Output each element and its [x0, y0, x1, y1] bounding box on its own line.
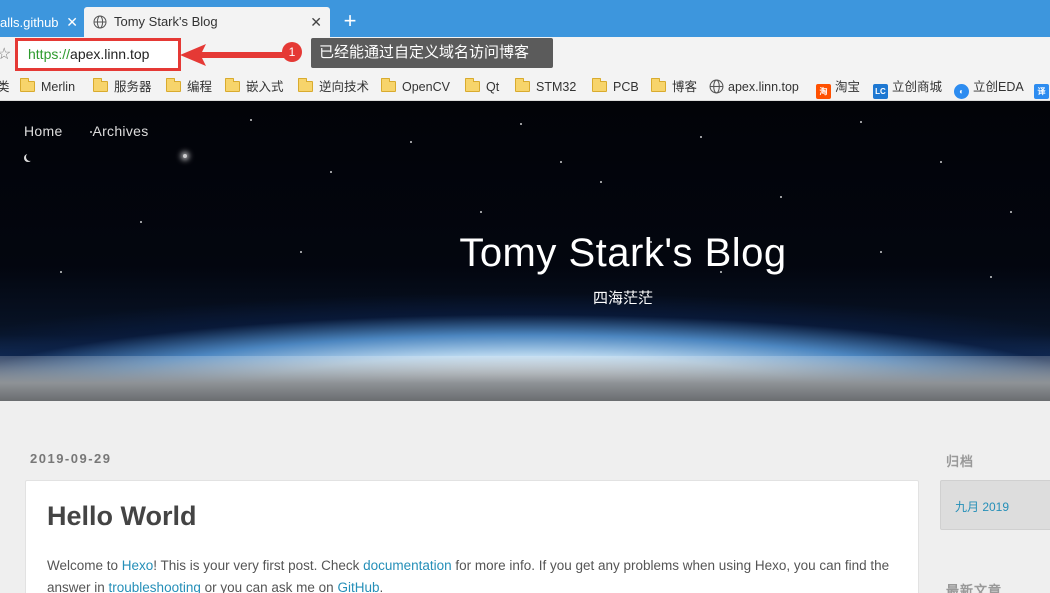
bookmark-edge-label[interactable]: 类	[0, 78, 10, 96]
post-date[interactable]: 2019-09-29	[30, 451, 112, 466]
taobao-icon: 淘	[816, 84, 831, 99]
github-link[interactable]: GitHub	[337, 580, 379, 593]
bookmark-lcsc[interactable]: LC 立创商城	[873, 78, 942, 99]
folder-icon	[465, 78, 480, 92]
bookmark-folder-server[interactable]: 服务器	[93, 78, 152, 96]
annotation-callout: 已经能通过自定义域名访问博客	[311, 38, 553, 68]
folder-icon	[225, 78, 240, 92]
folder-icon	[651, 78, 666, 92]
address-bar[interactable]: https://apex.linn.top	[15, 38, 181, 71]
folder-icon	[515, 78, 530, 92]
globe-icon	[93, 15, 107, 29]
bookmark-translate[interactable]: 译	[1034, 78, 1050, 99]
annotation-arrow-icon	[180, 44, 284, 66]
bookmark-taobao[interactable]: 淘淘宝	[816, 78, 860, 99]
moon-icon	[26, 153, 34, 161]
bookmark-folder-blog[interactable]: 博客	[651, 78, 697, 96]
folder-icon	[93, 78, 108, 92]
folder-icon	[592, 78, 607, 92]
browser-tab-active[interactable]: Tomy Stark's Blog ✕	[84, 7, 330, 37]
archive-month-link[interactable]: 九月 2019	[955, 498, 1009, 515]
sidebar-archive-box: 九月 2019	[940, 480, 1050, 530]
bookmark-star-icon[interactable]: ☆	[0, 44, 11, 64]
bookmark-folder-stm32[interactable]: STM32	[515, 78, 576, 96]
folder-icon	[298, 78, 313, 92]
folder-icon	[166, 78, 181, 92]
url-host: apex.linn.top	[70, 46, 150, 62]
translate-icon: 译	[1034, 84, 1049, 99]
nav-archives-link[interactable]: Archives	[92, 123, 148, 139]
browser-tab-previous[interactable]: alls.github ✕	[0, 8, 82, 37]
folder-icon	[20, 78, 35, 92]
annotation-badge: 1	[282, 42, 302, 62]
bookmark-folder-pcb[interactable]: PCB	[592, 78, 639, 96]
blog-banner: Home Archives Tomy Stark's Blog 四海茫茫	[0, 101, 1050, 401]
bookmark-lceda[interactable]: ◐ 立创EDA	[954, 78, 1024, 99]
sidebar-recent-heading: 最新文章	[946, 583, 1003, 593]
bookmark-folder-programming[interactable]: 编程	[166, 78, 212, 96]
globe-icon	[709, 79, 724, 94]
lceda-icon: ◐	[954, 84, 969, 99]
blog-title[interactable]: Tomy Stark's Blog	[0, 231, 1050, 276]
new-tab-button[interactable]: +	[338, 7, 362, 35]
hexo-link[interactable]: Hexo	[122, 558, 154, 573]
bookmark-folder-embedded[interactable]: 嵌入式	[225, 78, 284, 96]
tab-label: Tomy Stark's Blog	[114, 14, 218, 29]
close-icon[interactable]: ✕	[310, 7, 322, 37]
troubleshooting-link[interactable]: troubleshooting	[109, 580, 201, 593]
bookmarks-bar: 类 Merlin 服务器 编程 嵌入式 逆向技术 OpenCV Qt STM32…	[0, 71, 1050, 101]
browser-tab-strip: alls.github ✕ Tomy Stark's Blog ✕ +	[0, 0, 1050, 37]
bookmark-folder-reverse[interactable]: 逆向技术	[298, 78, 369, 96]
url-protocol: https://	[28, 46, 71, 62]
close-icon[interactable]: ✕	[66, 8, 78, 37]
lc-icon: LC	[873, 84, 888, 99]
folder-icon	[381, 78, 396, 92]
cloud-layer	[0, 356, 1050, 401]
post-excerpt: Welcome to Hexo! This is your very first…	[47, 558, 890, 593]
bookmark-folder-qt[interactable]: Qt	[465, 78, 499, 96]
post-card: Hello World Welcome to Hexo! This is you…	[25, 480, 919, 593]
blog-nav: Home Archives	[24, 123, 175, 139]
bookmark-folder-opencv[interactable]: OpenCV	[381, 78, 450, 96]
bookmark-apex[interactable]: apex.linn.top	[709, 78, 799, 96]
nav-home-link[interactable]: Home	[24, 123, 63, 139]
documentation-link[interactable]: documentation	[363, 558, 452, 573]
post-title[interactable]: Hello World	[47, 501, 197, 532]
bookmark-folder-merlin[interactable]: Merlin	[20, 78, 75, 96]
blog-subtitle: 四海茫茫	[592, 290, 653, 307]
sidebar-archive-heading: 归档	[946, 454, 975, 469]
tab-label: alls.github	[0, 15, 59, 30]
